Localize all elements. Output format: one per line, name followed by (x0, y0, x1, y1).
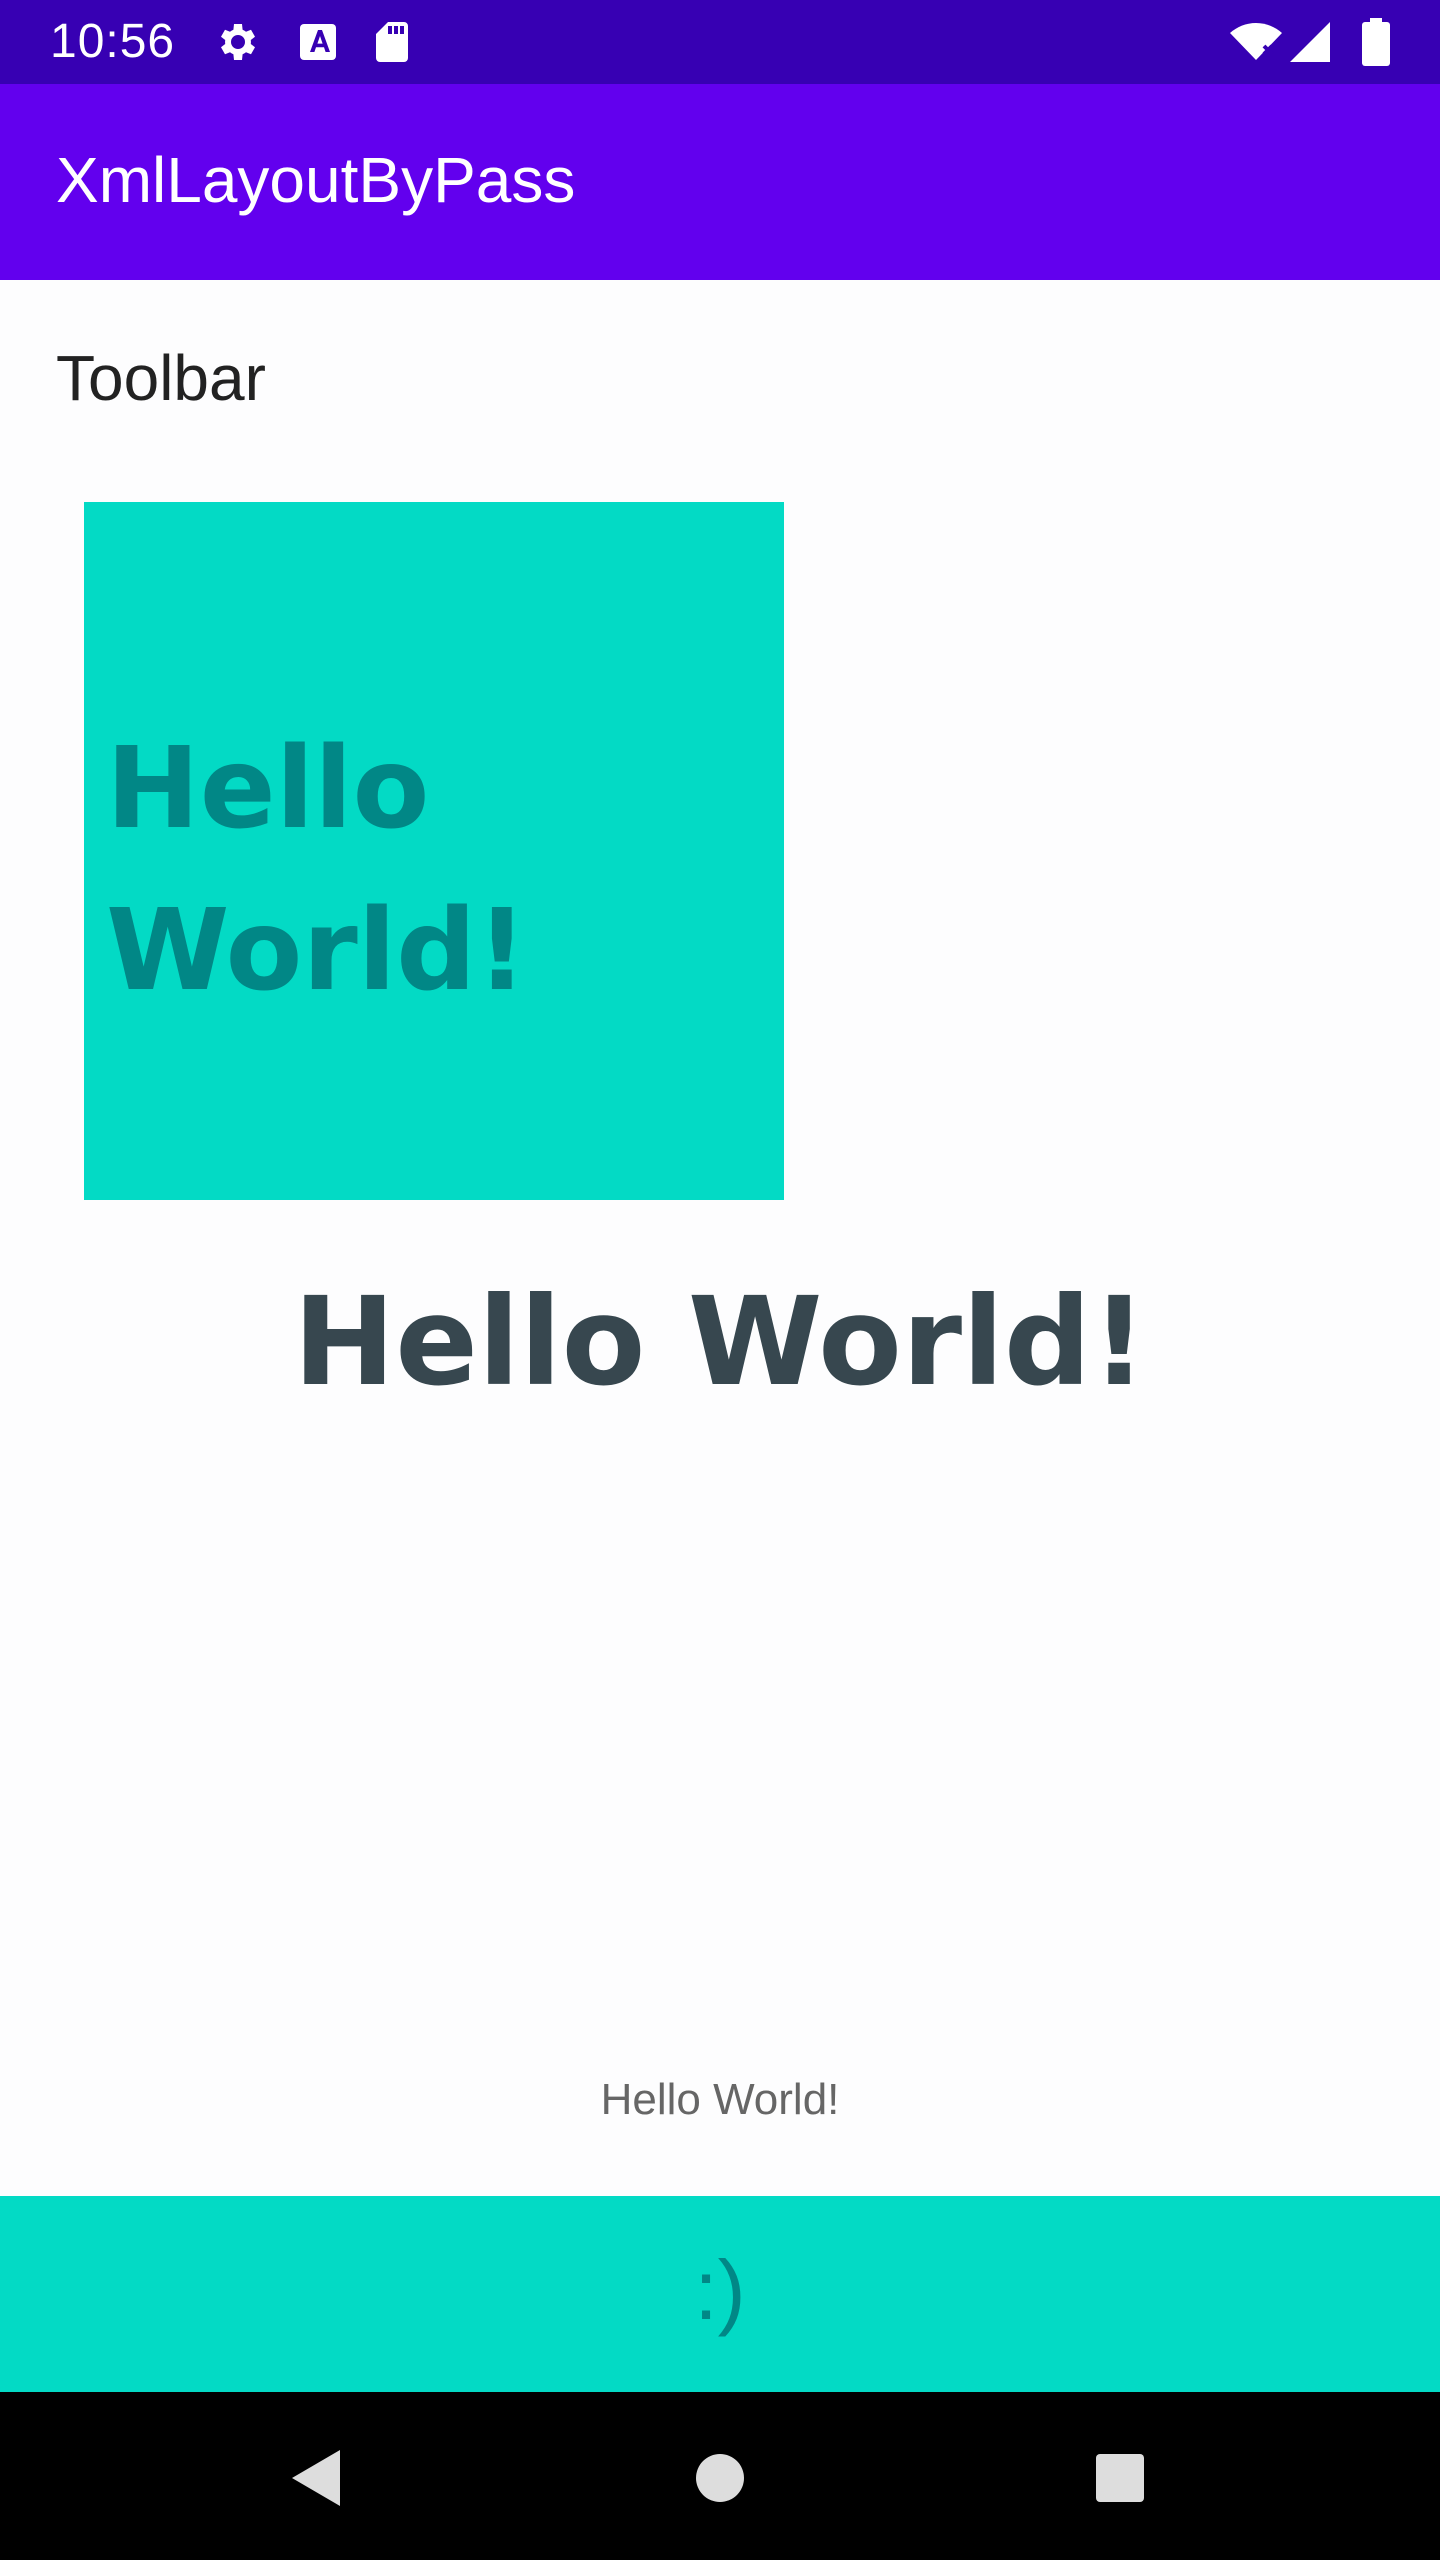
back-icon[interactable] (280, 2438, 360, 2518)
hello-world-small: Hello World! (600, 2075, 840, 2124)
teal-box-text: Hello World! (106, 708, 726, 1032)
teal-box: Hello World! (84, 502, 784, 1200)
wifi-icon (1228, 18, 1284, 66)
app-bar: XmlLayoutByPass (0, 84, 1440, 280)
home-icon[interactable] (680, 2438, 760, 2518)
status-time: 10:56 (50, 15, 176, 68)
teal-box-text-line-2: World! (106, 886, 528, 1016)
sd-card-icon (368, 18, 416, 66)
recents-icon[interactable] (1080, 2438, 1160, 2518)
status-bar: 10:56 (0, 0, 1440, 84)
smiley-text: :) (694, 2243, 746, 2337)
toolbar-label: Toolbar (56, 342, 266, 414)
bottom-band: :) (0, 2196, 1440, 2392)
app-title: XmlLayoutByPass (56, 144, 576, 216)
hello-world-large: Hello World! (293, 1271, 1147, 1413)
signal-icon (1286, 18, 1334, 66)
nav-bar (0, 2392, 1440, 2560)
battery-icon (1356, 18, 1396, 66)
teal-box-text-line-1: Hello (106, 724, 430, 854)
a-icon (294, 18, 342, 66)
gear-icon (212, 18, 260, 66)
